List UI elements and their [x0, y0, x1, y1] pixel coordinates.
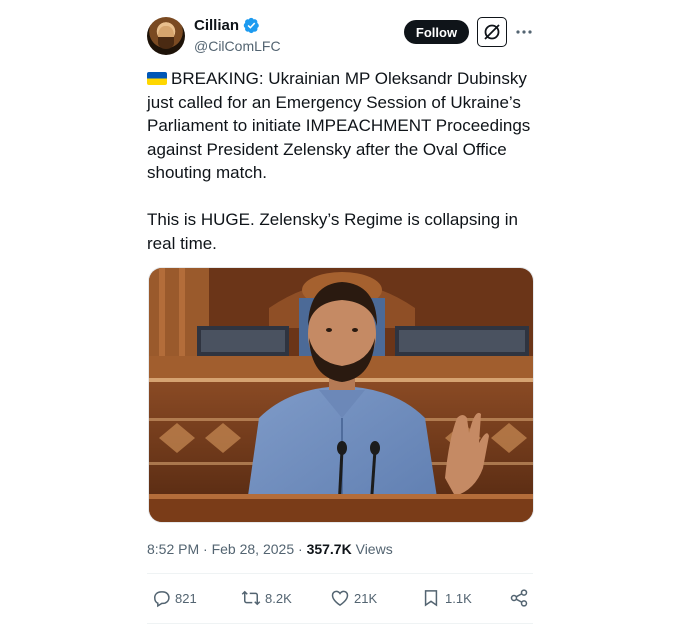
tweet-time[interactable]: 8:52 PM [147, 541, 199, 557]
avatar-beard [158, 37, 174, 49]
bookmark-count: 1.1K [445, 590, 472, 606]
reply-icon [153, 591, 170, 608]
grok-button[interactable] [477, 17, 507, 47]
avatar[interactable] [147, 17, 185, 55]
more-options-button[interactable] [514, 22, 534, 42]
share-button[interactable] [509, 588, 529, 608]
meta-separator: · [203, 541, 208, 557]
photo-illustration [149, 268, 533, 522]
tweet-date[interactable]: Feb 28, 2025 [212, 541, 295, 557]
more-dots-icon [516, 30, 532, 34]
share-icon [510, 589, 528, 607]
repost-button[interactable]: 8.2K [241, 588, 292, 608]
bookmark-button[interactable]: 1.1K [421, 588, 472, 608]
tweet-meta: 8:52 PM · Feb 28, 2025 · 357.7K Views [147, 541, 393, 557]
views-count: 357.7K [306, 541, 352, 557]
divider-bottom [147, 623, 533, 624]
divider-top [147, 573, 533, 574]
views-label: Views [355, 541, 393, 557]
grok-icon [484, 24, 500, 40]
repost-count: 8.2K [265, 590, 292, 606]
repost-icon [241, 590, 261, 606]
tweet-paragraph-1: BREAKING: Ukrainian MP Oleksandr Dubinsk… [147, 67, 537, 185]
heart-icon [331, 590, 349, 606]
reply-button[interactable]: 821 [151, 588, 197, 608]
meta-separator-2: · [298, 541, 303, 557]
verified-badge-icon [243, 17, 259, 34]
author-display-name[interactable]: Cillian [194, 17, 239, 34]
like-count: 21K [354, 590, 378, 606]
reply-count: 821 [175, 590, 197, 606]
follow-button[interactable]: Follow [404, 20, 469, 44]
tweet-photo[interactable] [148, 267, 534, 523]
tweet-text: BREAKING: Ukrainian MP Oleksandr Dubinsk… [147, 67, 537, 255]
author-handle[interactable]: @CilComLFC [194, 38, 281, 54]
tweet-paragraph-2: This is HUGE. Zelensky’s Regime is colla… [147, 210, 518, 253]
author-name-row[interactable]: Cillian [194, 17, 260, 34]
bookmark-icon [424, 590, 438, 607]
like-button[interactable]: 21K [330, 588, 377, 608]
ukraine-flag-icon [147, 72, 167, 85]
tweet-paragraph-1-text: BREAKING: Ukrainian MP Oleksandr Dubinsk… [147, 69, 531, 182]
